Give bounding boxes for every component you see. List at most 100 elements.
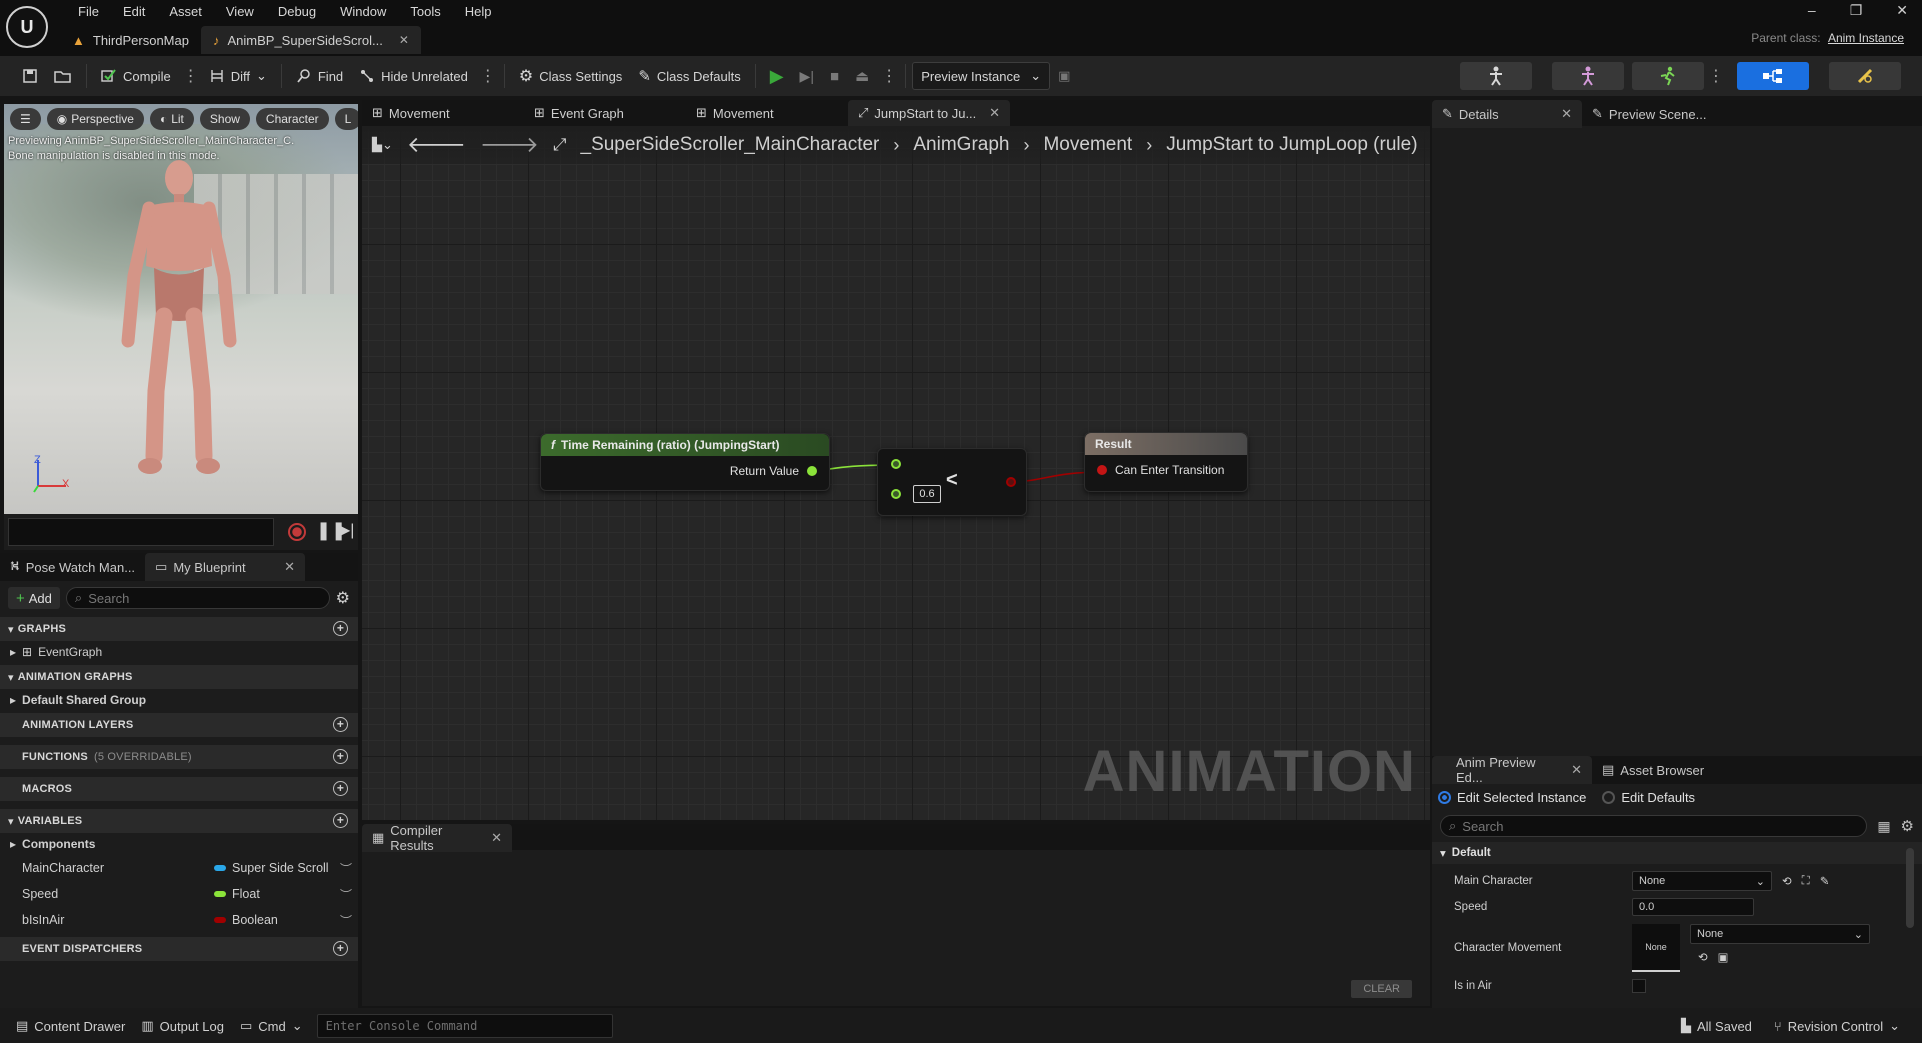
menu-window[interactable]: Window: [328, 2, 398, 22]
close-icon[interactable]: ✕: [1561, 106, 1572, 122]
debug-filter-button[interactable]: ▣: [1050, 61, 1078, 91]
step-forward-icon[interactable]: ▶|: [338, 520, 354, 540]
edit-selected-radio[interactable]: [1438, 790, 1451, 804]
class-settings-button[interactable]: ⚙ Class Settings: [511, 61, 630, 91]
default-section-header[interactable]: ▾ Default: [1432, 842, 1922, 864]
close-window-icon[interactable]: ✕: [1896, 2, 1908, 19]
scrollbar[interactable]: [1906, 848, 1914, 928]
character-button[interactable]: Character: [255, 108, 329, 130]
menu-asset[interactable]: Asset: [157, 2, 214, 22]
tab-anim-preview-editor[interactable]: Anim Preview Ed... ✕: [1432, 755, 1592, 785]
animation-layers-section-header[interactable]: ANIMATION LAYERS +: [0, 713, 358, 737]
character-movement-dropdown[interactable]: None ⌄: [1690, 924, 1870, 944]
restore-icon[interactable]: ❐: [1850, 2, 1863, 19]
unreal-logo-icon[interactable]: U: [6, 6, 48, 48]
show-button[interactable]: Show: [199, 108, 250, 130]
eye-closed-icon[interactable]: ︶: [340, 912, 352, 929]
variable-row[interactable]: bIsInAir Boolean ︶: [0, 907, 358, 933]
close-icon[interactable]: ✕: [399, 33, 409, 47]
variable-type[interactable]: Float: [214, 887, 260, 901]
animation-graphs-section-header[interactable]: ▾ ANIMATION GRAPHS: [0, 665, 358, 689]
doc-tab-animbp[interactable]: ♪ AnimBP_SuperSideScrol... ✕: [200, 26, 421, 54]
content-drawer-button[interactable]: ▤ Content Drawer: [8, 1012, 133, 1040]
speed-input[interactable]: 0.0: [1632, 898, 1754, 916]
settings-gear-icon[interactable]: ⚙: [336, 588, 350, 608]
blueprint-search-input[interactable]: ⌕ Search: [65, 587, 330, 609]
browse-folder-icon[interactable]: ▣: [1718, 950, 1729, 964]
graph-canvas[interactable]: ▙⌄ 🡐 🡒 ⤢ _SuperSideScroller_MainCharacte…: [362, 126, 1430, 820]
save-button[interactable]: [14, 61, 46, 91]
menu-tools[interactable]: Tools: [398, 2, 452, 22]
physics-mode-button[interactable]: [1829, 62, 1901, 90]
add-macro-icon[interactable]: +: [333, 781, 348, 796]
variable-type[interactable]: Super Side Scroll: [214, 861, 329, 875]
lod-button[interactable]: L: [334, 108, 358, 130]
play-options-icon[interactable]: ⋮: [877, 66, 899, 86]
mode-options-icon[interactable]: ⋮: [1704, 66, 1726, 86]
hide-unrelated-button[interactable]: Hide Unrelated: [351, 61, 476, 91]
browse-icon[interactable]: ⛶: [1802, 875, 1810, 888]
viewport-menu-button[interactable]: ☰: [10, 108, 41, 130]
event-graph-item[interactable]: ▸ ⊞ EventGraph: [0, 641, 358, 663]
preview-viewport[interactable]: ☰ ◉ Perspective ◐ Lit Show Character L Pre…: [4, 104, 358, 514]
menu-debug[interactable]: Debug: [266, 2, 328, 22]
bool-pin-icon[interactable]: [1097, 465, 1107, 475]
doc-tab-thirdpersonmap[interactable]: ▲ ThirdPersonMap: [60, 26, 201, 54]
compare-value-input[interactable]: 0.6: [913, 485, 941, 503]
table-view-icon[interactable]: ▦: [1877, 818, 1890, 835]
find-button[interactable]: Find: [288, 61, 351, 91]
revision-control-button[interactable]: ⑂ Revision Control ⌄: [1766, 1012, 1908, 1040]
add-graph-icon[interactable]: +: [333, 621, 348, 636]
macros-section-header[interactable]: MACROS +: [0, 777, 358, 801]
less-than-node[interactable]: 0.6 <: [877, 448, 1027, 516]
menu-edit[interactable]: Edit: [111, 2, 157, 22]
variables-section-header[interactable]: ▾ VARIABLES +: [0, 809, 358, 833]
close-icon[interactable]: ✕: [989, 105, 1000, 121]
variable-type[interactable]: Boolean: [214, 913, 278, 927]
cmd-dropdown[interactable]: ▭ Cmd ⌄: [232, 1012, 311, 1040]
components-item[interactable]: ▸ Components: [0, 833, 358, 855]
main-character-dropdown[interactable]: None ⌄: [1632, 871, 1772, 891]
class-defaults-button[interactable]: ✎ Class Defaults: [630, 61, 748, 91]
console-input[interactable]: Enter Console Command: [316, 1014, 613, 1038]
menu-file[interactable]: File: [66, 2, 111, 22]
add-button[interactable]: + Add: [8, 587, 60, 609]
add-layer-icon[interactable]: +: [333, 717, 348, 732]
clear-button[interactable]: CLEAR: [1351, 980, 1412, 998]
bool-output-pin[interactable]: [1006, 477, 1016, 487]
record-icon[interactable]: [288, 523, 306, 541]
close-icon[interactable]: ✕: [284, 559, 295, 575]
can-enter-transition-pin[interactable]: Can Enter Transition: [1097, 463, 1224, 477]
add-variable-icon[interactable]: +: [333, 813, 348, 828]
menu-view[interactable]: View: [214, 2, 266, 22]
tab-jumpstart-transition[interactable]: ⤢ JumpStart to Ju... ✕: [848, 100, 1010, 126]
menu-help[interactable]: Help: [453, 2, 504, 22]
eye-closed-icon[interactable]: ︶: [340, 860, 352, 877]
use-selected-icon[interactable]: ⟲: [1782, 874, 1792, 888]
tab-movement-2[interactable]: ⊞ Movement: [686, 100, 848, 126]
stop-button[interactable]: ■: [822, 61, 847, 91]
mesh-mode-button[interactable]: [1552, 62, 1624, 90]
timeline-field[interactable]: [8, 518, 274, 546]
more-options-icon[interactable]: ⋮: [476, 66, 498, 86]
tab-event-graph[interactable]: ⊞ Event Graph: [524, 100, 686, 126]
step-button[interactable]: ▶|: [792, 61, 822, 91]
add-dispatcher-icon[interactable]: +: [333, 941, 348, 956]
graphs-section-header[interactable]: ▾ GRAPHS +: [0, 617, 358, 641]
all-saved-button[interactable]: ▙ All Saved: [1673, 1012, 1760, 1040]
default-shared-group-item[interactable]: ▸ Default Shared Group: [0, 689, 358, 711]
settings-gear-icon[interactable]: ⚙: [1901, 817, 1914, 835]
perspective-button[interactable]: ◉ Perspective: [46, 108, 144, 130]
float-pin-icon[interactable]: [807, 466, 817, 476]
close-icon[interactable]: ✕: [1571, 762, 1582, 778]
is-in-air-checkbox[interactable]: [1632, 979, 1646, 993]
compile-button[interactable]: Compile: [93, 61, 179, 91]
return-value-pin[interactable]: Return Value: [730, 464, 817, 478]
character-movement-thumbnail[interactable]: None: [1632, 924, 1680, 972]
variable-row[interactable]: MainCharacter Super Side Scroll ︶: [0, 855, 358, 881]
tab-details[interactable]: ✎ Details ✕: [1432, 100, 1582, 128]
float-input-pin-b[interactable]: [891, 489, 901, 499]
play-button[interactable]: ▶: [762, 61, 792, 91]
output-log-button[interactable]: ▥ Output Log: [133, 1012, 232, 1040]
eye-closed-icon[interactable]: ︶: [340, 886, 352, 903]
